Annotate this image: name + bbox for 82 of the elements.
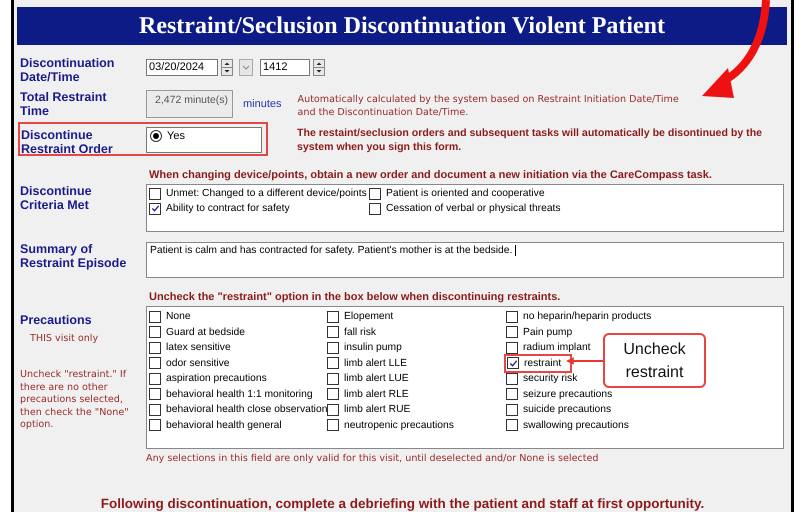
spinner-button[interactable] bbox=[221, 59, 233, 76]
checkbox-label: odor sensitive bbox=[166, 358, 230, 369]
readonly-field: 2,472 minute(s) bbox=[146, 90, 233, 118]
field-label: Total Restraint Time bbox=[20, 90, 108, 120]
warning-note: The restaint/seclusion orders and subsequent tasks will automatically be disontinued by the system when you sign this form. bbox=[297, 126, 764, 155]
info-note: Any selections in this field are only valid for this visit, until deselected and/or None is selected bbox=[146, 453, 600, 464]
checkbox-label: limb alert LUE bbox=[344, 373, 409, 384]
checkbox[interactable] bbox=[327, 326, 339, 338]
checkbox-label: Ability to contract for safety bbox=[166, 203, 290, 214]
checkbox[interactable] bbox=[149, 342, 161, 354]
field-label: Precautions bbox=[20, 313, 93, 327]
checkbox[interactable] bbox=[506, 404, 518, 416]
instruction-note: Uncheck "restraint." If there are no other precautions selected, then check the "None" option. bbox=[20, 369, 130, 432]
time-field[interactable]: 1412 bbox=[260, 59, 310, 76]
checkbox-label: limb alert RLE bbox=[344, 388, 409, 400]
checkbox[interactable] bbox=[327, 310, 339, 323]
checkbox-label: None bbox=[166, 311, 191, 322]
text-area[interactable]: Patient is calm and has contracted for safety. Patient's mother is at the bedside. bbox=[146, 242, 784, 278]
checkbox-label: suicide precautions bbox=[523, 404, 612, 416]
field-label: Discontinuation Date/Time bbox=[20, 56, 116, 86]
checkbox-label: security risk bbox=[523, 373, 578, 384]
sublabel: THIS visit only bbox=[30, 333, 100, 344]
checkbox-label: radium implant bbox=[523, 342, 591, 354]
checkbox[interactable] bbox=[149, 404, 161, 416]
form-title-bar: Restraint/Seclusion Discontinuation Violent Patient bbox=[17, 7, 787, 45]
checkbox-label: behavioral health close observation bbox=[166, 404, 328, 416]
checkbox[interactable] bbox=[149, 202, 161, 214]
checkbox[interactable] bbox=[327, 404, 339, 416]
checkbox[interactable] bbox=[149, 419, 161, 432]
checkbox-label: behavioral health general bbox=[166, 420, 282, 431]
radio-button[interactable] bbox=[150, 130, 162, 142]
field-label: Discontinue Restraint Order bbox=[20, 128, 114, 154]
checkbox[interactable] bbox=[327, 372, 339, 385]
checkbox-label: Unmet: Changed to a different device/points bbox=[166, 188, 367, 199]
checkbox-label: limb alert RUE bbox=[344, 404, 410, 416]
leader-arrow bbox=[566, 356, 603, 366]
checkbox[interactable] bbox=[506, 372, 518, 385]
checkbox[interactable] bbox=[149, 188, 161, 200]
checkbox-label: latex sensitive bbox=[166, 342, 231, 354]
checkbox[interactable] bbox=[149, 388, 161, 400]
checkbox-label: swallowing precautions bbox=[523, 420, 629, 431]
checkbox[interactable] bbox=[327, 342, 339, 354]
checkbox-label: Patient is oriented and cooperative bbox=[386, 188, 545, 199]
checkbox-label: Cessation of verbal or physical threats bbox=[386, 203, 561, 214]
checkbox-label: fall risk bbox=[344, 326, 376, 338]
spinner-button[interactable] bbox=[313, 59, 325, 76]
checkbox[interactable] bbox=[506, 326, 518, 338]
footer-message: Following discontinuation, complete a debriefing with the patient and staff at first opportunity. bbox=[100, 496, 706, 511]
checkbox-label: aspiration precautions bbox=[166, 373, 267, 384]
field-label: Discontinue Criteria Met bbox=[20, 184, 93, 214]
checkbox-label: limb alert LLE bbox=[344, 358, 407, 369]
checkbox[interactable] bbox=[327, 357, 339, 370]
checkbox-label: Guard at bedside bbox=[166, 326, 245, 338]
checkbox[interactable] bbox=[149, 372, 161, 385]
checkbox[interactable] bbox=[506, 342, 518, 354]
checkbox[interactable] bbox=[149, 310, 161, 323]
checkbox[interactable] bbox=[506, 388, 518, 400]
callout-box: Uncheck restraint bbox=[603, 333, 706, 388]
checkbox[interactable] bbox=[506, 419, 518, 432]
checkbox[interactable] bbox=[149, 357, 161, 370]
checkbox[interactable] bbox=[327, 388, 339, 400]
field-label: Summary of Restraint Episode bbox=[20, 242, 128, 272]
section-heading: When changing device/points, obtain a new order and document a new initiation via the CareCompass task. bbox=[149, 168, 713, 182]
checkbox-label: Pain pump bbox=[523, 326, 572, 338]
checkbox[interactable] bbox=[506, 310, 518, 323]
checkbox[interactable] bbox=[369, 188, 381, 200]
checkbox[interactable] bbox=[327, 419, 339, 432]
checkbox[interactable] bbox=[507, 357, 519, 370]
checkbox-label: neutropenic precautions bbox=[344, 420, 454, 431]
checkbox-label: insulin pump bbox=[344, 342, 402, 354]
checkbox[interactable] bbox=[369, 202, 381, 214]
checkbox-label: seizure precautions bbox=[523, 388, 612, 400]
checkbox-label: no heparin/heparin products bbox=[523, 311, 652, 322]
radio-label: Yes bbox=[167, 130, 185, 142]
date-field[interactable]: 03/20/2024 bbox=[146, 59, 218, 76]
checkbox-label: restraint bbox=[524, 358, 562, 369]
checkbox-label: Elopement bbox=[344, 311, 394, 322]
info-note: Automatically calculated by the system based on Restraint Initiation Date/Time and the Discontinuation Date/Time. bbox=[298, 93, 680, 120]
section-heading: Uncheck the "restraint" option in the box below when discontinuing restraints. bbox=[149, 290, 562, 304]
checkbox[interactable] bbox=[149, 326, 161, 338]
unit-label: minutes bbox=[243, 98, 282, 112]
checkbox-label: behavioral health 1:1 monitoring bbox=[166, 388, 313, 400]
